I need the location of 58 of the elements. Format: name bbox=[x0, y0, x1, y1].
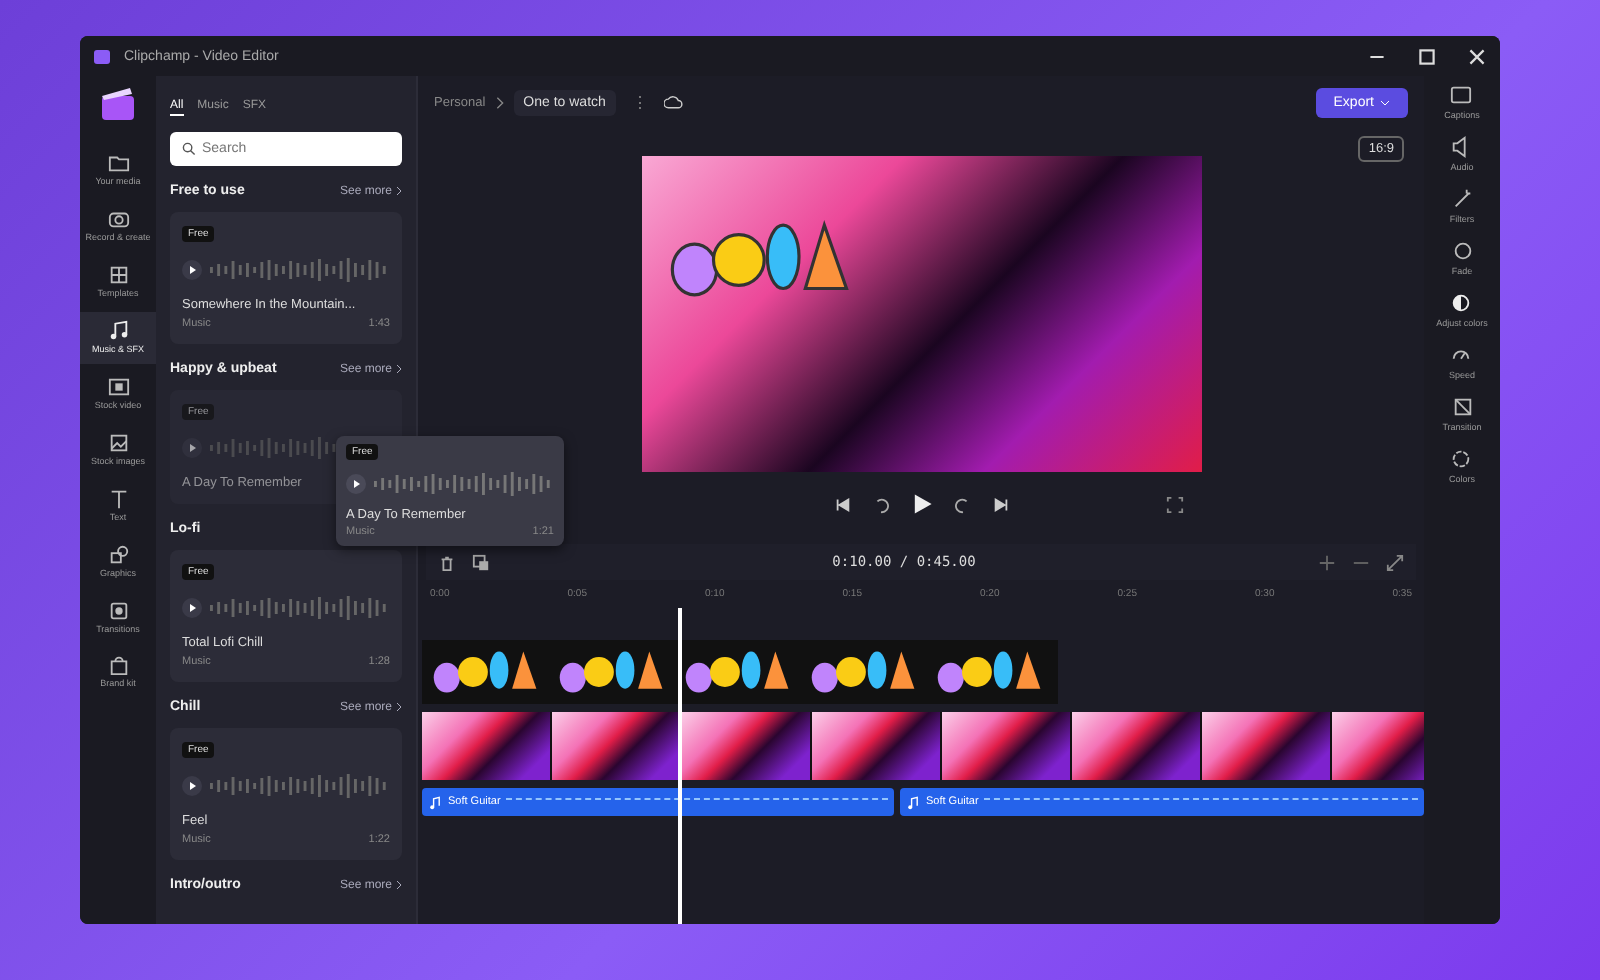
chevron-down-icon bbox=[1380, 99, 1390, 105]
waveform-icon bbox=[374, 470, 554, 498]
forward-icon[interactable] bbox=[953, 495, 971, 513]
play-icon[interactable] bbox=[182, 260, 202, 280]
chevron-right-icon bbox=[396, 702, 402, 712]
music-note-icon bbox=[906, 795, 920, 809]
cloud-icon bbox=[663, 94, 684, 110]
skip-back-icon[interactable] bbox=[833, 495, 851, 513]
chevron-right-icon bbox=[396, 186, 402, 196]
skip-forward-icon[interactable] bbox=[991, 495, 1009, 513]
close-icon[interactable] bbox=[1466, 45, 1488, 67]
music-note-icon bbox=[428, 795, 442, 809]
play-icon[interactable] bbox=[909, 492, 933, 516]
play-icon[interactable] bbox=[182, 776, 202, 796]
duplicate-icon[interactable] bbox=[472, 553, 490, 571]
play-icon[interactable] bbox=[182, 438, 202, 458]
more-options-button[interactable]: ⋮ bbox=[625, 93, 654, 111]
fit-icon[interactable] bbox=[1386, 553, 1404, 571]
video-clip-thumbnail[interactable] bbox=[1332, 712, 1424, 780]
grid-icon bbox=[107, 263, 129, 286]
square-icon bbox=[1451, 396, 1473, 418]
circle-icon bbox=[1451, 240, 1473, 262]
text-icon bbox=[107, 487, 129, 510]
image-icon bbox=[107, 431, 129, 454]
shapes-icon bbox=[107, 543, 129, 566]
waveform-icon bbox=[210, 256, 390, 284]
delete-icon[interactable] bbox=[438, 553, 456, 571]
contrast-icon bbox=[1450, 292, 1473, 314]
folder-icon bbox=[107, 152, 129, 174]
video-clip-thumbnail[interactable] bbox=[552, 712, 682, 780]
play-icon[interactable] bbox=[182, 598, 202, 618]
chevron-right-icon bbox=[495, 95, 504, 109]
app-logo-icon bbox=[92, 46, 112, 66]
video-clip-thumbnail[interactable] bbox=[682, 712, 812, 780]
zoom-in-icon[interactable] bbox=[1318, 553, 1336, 571]
camera-icon bbox=[107, 207, 129, 230]
film-icon bbox=[107, 375, 129, 398]
video-clip-thumbnail[interactable] bbox=[1202, 712, 1332, 780]
palette-icon bbox=[1450, 448, 1473, 470]
play-icon[interactable] bbox=[346, 474, 366, 494]
video-clip-thumbnail[interactable] bbox=[1072, 712, 1202, 780]
waveform-icon bbox=[210, 594, 390, 622]
video-clip-thumbnail[interactable] bbox=[942, 712, 1072, 780]
video-clip-thumbnail[interactable] bbox=[422, 712, 552, 780]
music-note-icon bbox=[107, 319, 129, 342]
fullscreen-icon[interactable] bbox=[1166, 495, 1184, 513]
chevron-right-icon bbox=[396, 364, 402, 374]
square-icon bbox=[107, 599, 129, 621]
search-icon bbox=[182, 142, 196, 156]
waveform-icon bbox=[210, 772, 390, 800]
bag-icon bbox=[107, 654, 129, 677]
wand-icon bbox=[1451, 188, 1473, 210]
video-clip-thumbnail[interactable] bbox=[812, 712, 942, 780]
rewind-icon[interactable] bbox=[871, 495, 889, 513]
maximize-icon[interactable] bbox=[1416, 45, 1438, 67]
clapperboard-logo-icon bbox=[98, 84, 138, 124]
chevron-right-icon bbox=[396, 880, 402, 890]
caption-icon bbox=[1450, 84, 1473, 106]
